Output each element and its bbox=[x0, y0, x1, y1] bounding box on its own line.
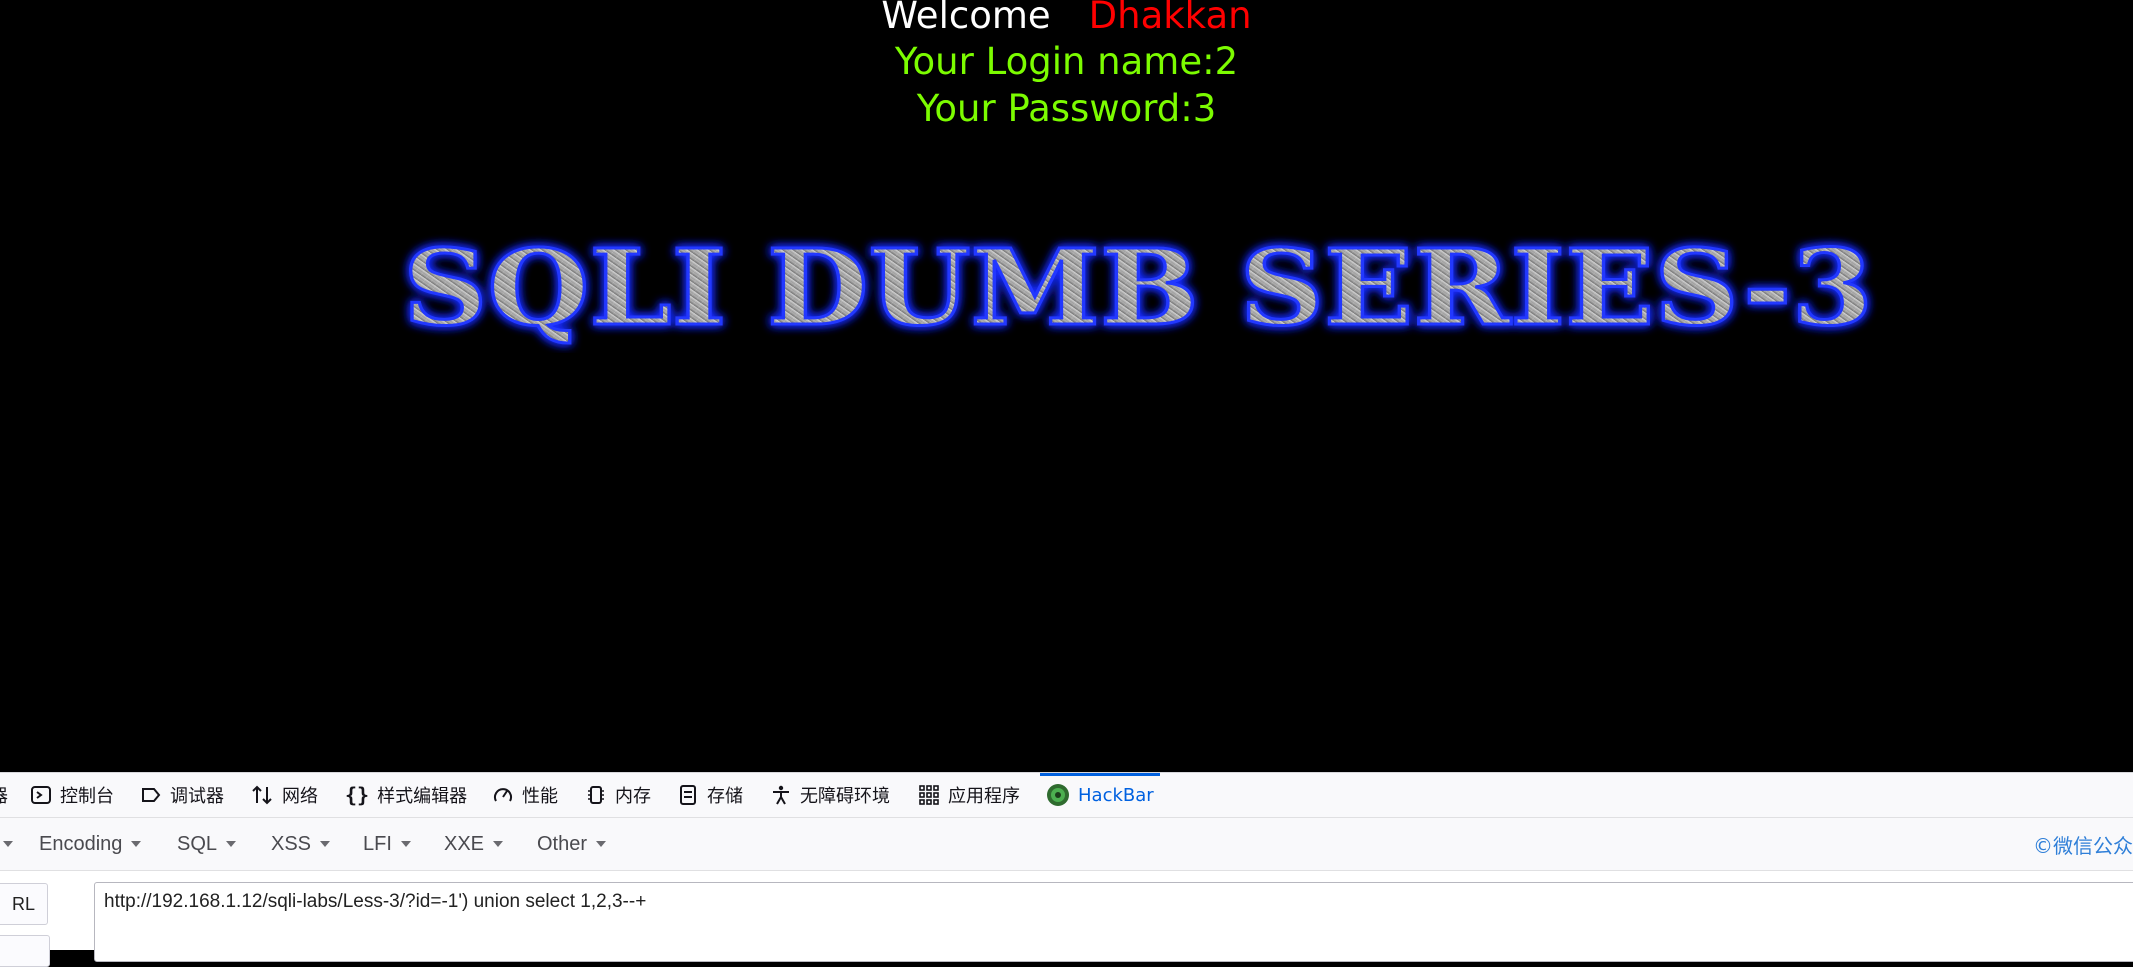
tab-label: 应用程序 bbox=[948, 786, 1020, 807]
menu-xss[interactable]: XSS bbox=[271, 818, 331, 870]
tab-hackbar[interactable]: HackBar bbox=[1040, 773, 1160, 817]
password-line: Your Password:3 bbox=[916, 87, 1217, 130]
menu-label: Other bbox=[537, 832, 588, 855]
performance-icon bbox=[494, 788, 512, 802]
tab-label: 网络 bbox=[282, 786, 318, 807]
tab-label: 器 bbox=[0, 782, 8, 808]
tab-memory[interactable]: 内存 bbox=[585, 773, 651, 817]
tab-label: 控制台 bbox=[60, 786, 114, 807]
chevron-down-icon bbox=[131, 841, 142, 847]
tab-debugger[interactable]: 调试器 bbox=[140, 773, 224, 817]
tab-application[interactable]: 应用程序 bbox=[918, 773, 1020, 817]
tab-inspector[interactable]: 器 bbox=[0, 773, 8, 817]
chevron-down-icon bbox=[400, 841, 411, 847]
welcome-username: Dhakkan bbox=[1088, 0, 1252, 37]
tab-label: 内存 bbox=[615, 786, 651, 807]
tab-accessibility[interactable]: 无障碍环境 bbox=[770, 773, 890, 817]
chevron-down-icon bbox=[320, 841, 331, 847]
split-url-button[interactable] bbox=[0, 935, 50, 967]
chevron-down-icon bbox=[596, 841, 607, 847]
chevron-down-icon bbox=[493, 841, 504, 847]
tab-console[interactable]: 控制台 bbox=[30, 773, 114, 817]
menu-label: XSS bbox=[271, 832, 312, 855]
login-name-line: Your Login name:2 bbox=[894, 40, 1239, 83]
menu-lfi[interactable]: LFI bbox=[363, 818, 411, 870]
chevron-down-icon bbox=[226, 841, 237, 847]
network-icon bbox=[252, 785, 272, 805]
tab-label: 存储 bbox=[707, 786, 743, 807]
hackbar-icon bbox=[1047, 784, 1069, 806]
accessibility-icon bbox=[773, 785, 789, 805]
load-url-button[interactable]: RL bbox=[0, 883, 48, 925]
watermark-text: ©微信公众 bbox=[2033, 833, 2133, 858]
menu-label: LFI bbox=[363, 832, 392, 855]
tab-label: 性能 bbox=[522, 786, 558, 807]
menu-label: SQL bbox=[177, 832, 218, 855]
welcome-label: Welcome bbox=[881, 0, 1051, 37]
storage-icon bbox=[680, 785, 696, 805]
menu-load-dropdown[interactable] bbox=[0, 818, 13, 870]
devtools-panel: 器 控制台 调试器 网络 {} 样式编辑器 性能 内存 存储 bbox=[0, 772, 2133, 967]
application-icon bbox=[919, 785, 939, 805]
tab-label: 样式编辑器 bbox=[377, 786, 468, 807]
menu-other[interactable]: Other bbox=[537, 818, 607, 870]
tab-performance[interactable]: 性能 bbox=[492, 773, 558, 817]
menu-sql[interactable]: SQL bbox=[177, 818, 237, 870]
web-page: Welcome Dhakkan Your Login name:2 Your Pa… bbox=[0, 0, 2133, 772]
tab-storage[interactable]: 存储 bbox=[677, 773, 743, 817]
tab-label: 调试器 bbox=[170, 786, 224, 807]
debugger-icon bbox=[142, 788, 161, 802]
devtools-tab-bar: 器 控制台 调试器 网络 {} 样式编辑器 性能 内存 存储 bbox=[0, 773, 2133, 818]
style-editor-icon: {} bbox=[345, 783, 370, 807]
tab-network[interactable]: 网络 bbox=[250, 773, 318, 817]
welcome-line: Welcome Dhakkan bbox=[0, 0, 2133, 36]
url-input[interactable]: http://192.168.1.12/sqli-labs/Less-3/?id… bbox=[94, 882, 2133, 962]
series-banner-image: SQLI DUMB SERIES-3 bbox=[402, 228, 1875, 351]
chevron-down-icon bbox=[3, 841, 13, 847]
hackbar-body: RL http://192.168.1.12/sqli-labs/Less-3/… bbox=[0, 871, 2133, 967]
menu-encoding[interactable]: Encoding bbox=[39, 818, 142, 870]
hackbar-menu-bar: Encoding SQL XSS LFI XXE Other ©微信公众 bbox=[0, 818, 2133, 871]
memory-icon bbox=[588, 786, 604, 804]
console-icon bbox=[31, 786, 51, 804]
banner-text: SQLI DUMB SERIES-3 bbox=[403, 228, 1873, 349]
menu-label: Encoding bbox=[39, 832, 123, 855]
tab-label: HackBar bbox=[1078, 784, 1154, 806]
menu-label: XXE bbox=[444, 832, 485, 855]
menu-xxe[interactable]: XXE bbox=[444, 818, 504, 870]
tab-style-editor[interactable]: {} 样式编辑器 bbox=[345, 773, 467, 817]
tab-label: 无障碍环境 bbox=[800, 786, 890, 807]
